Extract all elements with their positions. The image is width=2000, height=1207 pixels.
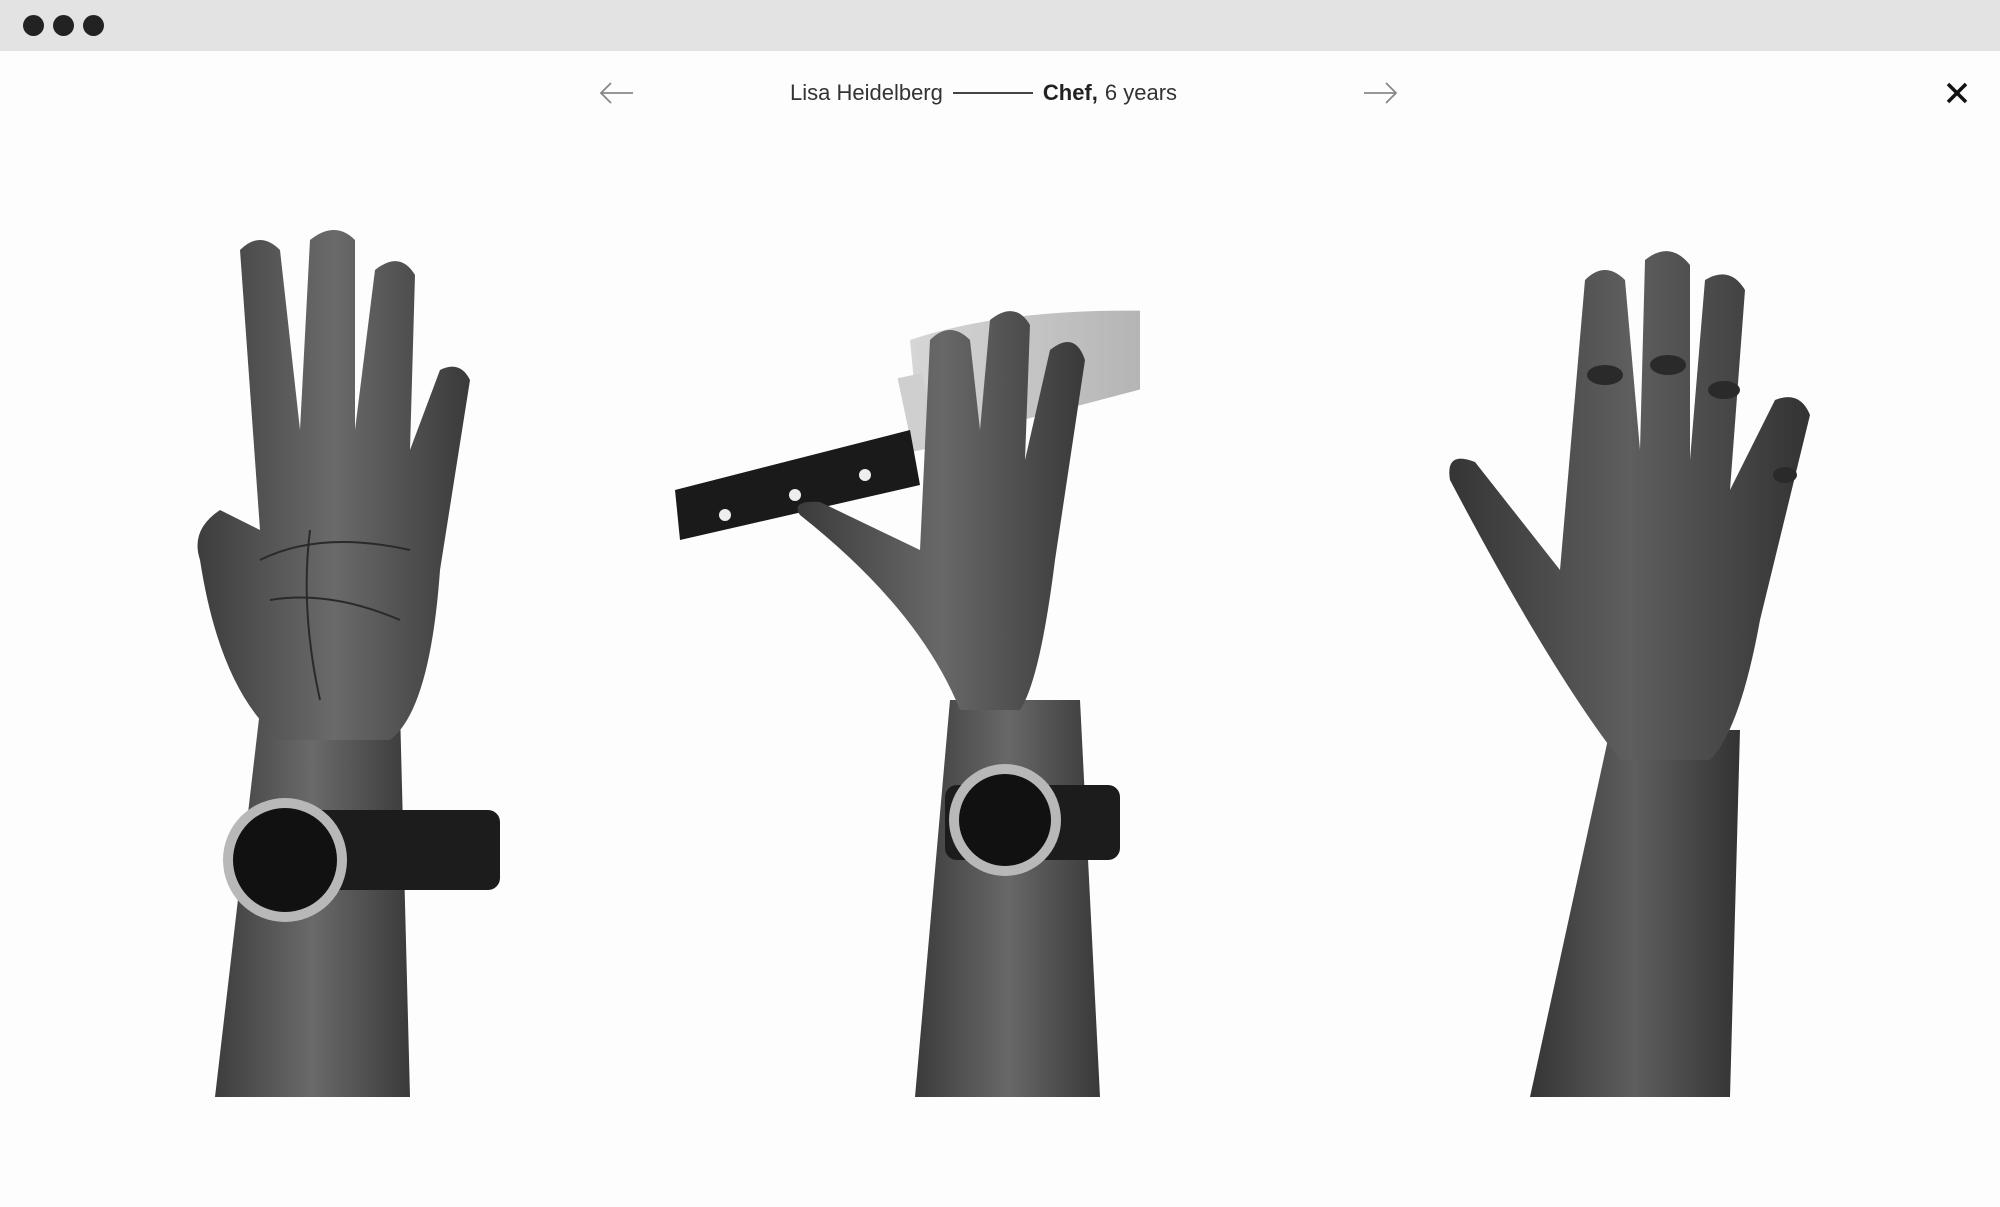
close-button[interactable] <box>1942 78 1972 108</box>
window-close-dot[interactable] <box>23 15 44 36</box>
window-zoom-dot[interactable] <box>83 15 104 36</box>
arrow-left-icon <box>599 82 633 104</box>
arrow-right-icon <box>1364 82 1398 104</box>
person-name: Lisa Heidelberg <box>790 80 943 105</box>
photo-open-palm <box>110 230 530 1097</box>
caption-divider <box>952 92 1033 94</box>
person-role: Chef, <box>1042 80 1098 105</box>
photo-back-of-hand <box>1440 230 1860 1097</box>
previous-button[interactable] <box>597 78 635 108</box>
next-button[interactable] <box>1362 78 1400 108</box>
photo-hand-with-knife <box>660 230 1325 1097</box>
person-years: 6 years <box>1104 80 1178 105</box>
close-icon <box>1946 82 1968 104</box>
app-window: Lisa Heidelberg Chef, 6 years <box>0 0 2000 1207</box>
photo-caption: Lisa Heidelberg Chef, 6 years <box>790 78 1177 108</box>
window-titlebar <box>0 0 2000 51</box>
window-minimize-dot[interactable] <box>53 15 74 36</box>
